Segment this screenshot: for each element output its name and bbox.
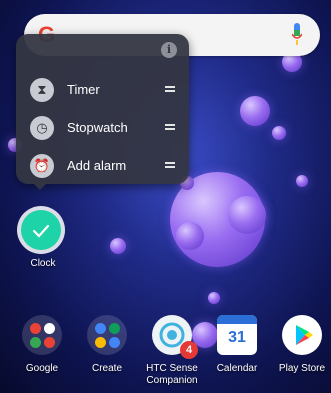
dock-app-htc-sense-companion[interactable]: 4 HTC Sense Companion <box>143 315 201 387</box>
shortcut-timer[interactable]: ⧗ Timer <box>16 75 189 105</box>
app-label: HTC Sense Companion <box>146 363 198 386</box>
shortcut-add-alarm[interactable]: ⏰ Add alarm <box>16 151 189 181</box>
clock-app[interactable]: Clock <box>21 210 65 269</box>
app-label: Create <box>91 363 122 374</box>
create-folder-icon <box>87 315 127 355</box>
bubble-decoration <box>208 292 220 304</box>
stopwatch-icon: ◷ <box>30 116 54 140</box>
drag-handle-icon[interactable] <box>165 86 175 92</box>
info-icon[interactable]: i <box>161 42 177 58</box>
app-label: Calendar <box>216 363 258 374</box>
bubble-decoration <box>272 126 286 140</box>
dock-folder-create[interactable]: Create <box>78 315 136 374</box>
drag-handle-icon[interactable] <box>165 124 175 130</box>
mic-icon[interactable] <box>292 23 302 47</box>
app-label: Clock <box>30 258 56 269</box>
bubble-decoration <box>110 238 126 254</box>
google-folder-icon <box>22 315 62 355</box>
calendar-date: 31 <box>228 329 246 346</box>
shortcut-stopwatch[interactable]: ◷ Stopwatch <box>16 113 189 143</box>
bubble-decoration <box>176 222 204 250</box>
clock-icon <box>21 210 61 250</box>
app-label: Play Store <box>278 363 326 374</box>
bubble-decoration <box>240 96 270 126</box>
alarm-icon: ⏰ <box>30 154 54 178</box>
shortcut-popup: i ⧗ Timer ◷ Stopwatch ⏰ Add alarm <box>16 34 189 184</box>
notification-badge: 4 <box>180 341 198 359</box>
htc-sense-companion-icon: 4 <box>152 315 198 359</box>
shortcut-label: Add alarm <box>67 158 127 173</box>
calendar-icon: 31 <box>217 315 257 355</box>
shortcut-label: Stopwatch <box>67 120 128 135</box>
app-label: Google <box>25 363 59 374</box>
hourglass-icon: ⧗ <box>30 78 54 102</box>
drag-handle-icon[interactable] <box>165 162 175 168</box>
bubble-decoration <box>296 175 308 187</box>
dock-app-calendar[interactable]: 31 Calendar <box>208 315 266 374</box>
shortcut-label: Timer <box>67 82 100 97</box>
play-store-icon <box>282 315 322 355</box>
popup-arrow <box>32 182 48 190</box>
dock-folder-google[interactable]: Google <box>13 315 71 374</box>
dock-app-play-store[interactable]: Play Store <box>273 315 331 374</box>
bubble-decoration <box>228 196 266 234</box>
